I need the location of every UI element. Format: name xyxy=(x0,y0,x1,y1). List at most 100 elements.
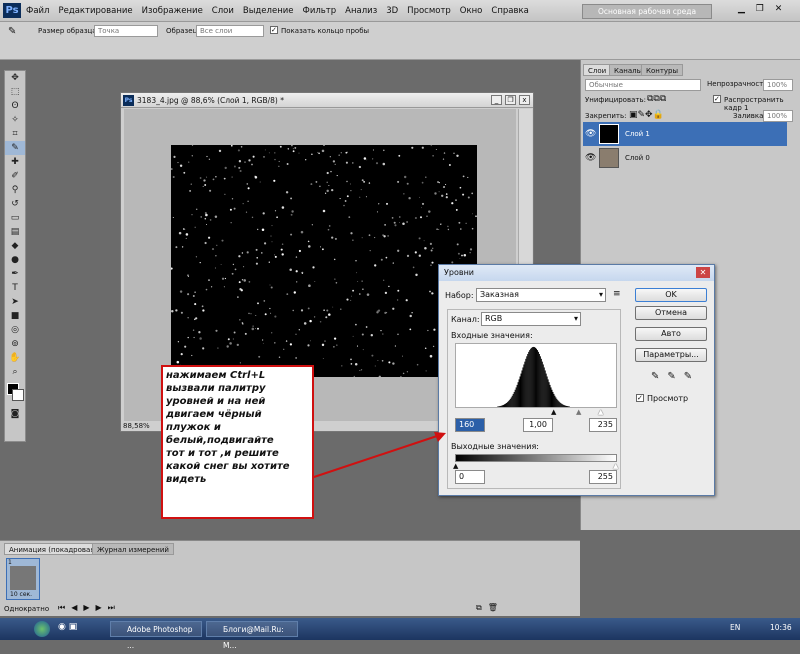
3d-orbit-tool-icon[interactable]: ⊚ xyxy=(5,337,25,351)
hand-tool-icon[interactable]: ✋ xyxy=(5,351,25,365)
lasso-tool-icon[interactable]: ʘ xyxy=(5,99,25,113)
playback-controls[interactable]: ⏮◀▶▶⏭ xyxy=(58,603,121,613)
output-black-field[interactable]: 0 xyxy=(455,470,485,484)
animation-frame[interactable]: 1 10 сек. xyxy=(6,558,40,600)
unify-icons[interactable]: ⧉⧉⧉ xyxy=(647,94,666,104)
black-eyedropper-icon[interactable]: ✎ xyxy=(651,371,667,382)
quick-select-tool-icon[interactable]: ✧ xyxy=(5,113,25,127)
output-white-field[interactable]: 255 xyxy=(589,470,617,484)
task-photoshop[interactable]: Adobe Photoshop ... xyxy=(110,621,202,637)
doc-minimize-icon[interactable]: _ xyxy=(491,95,502,105)
brush-tool-icon[interactable]: ✐ xyxy=(5,169,25,183)
dodge-tool-icon[interactable]: ● xyxy=(5,253,25,267)
white-eyedropper-icon[interactable]: ✎ xyxy=(684,371,700,382)
quick-mask-icon[interactable]: ◙ xyxy=(5,407,25,421)
eyedropper-icon[interactable]: ✎ xyxy=(8,26,16,37)
main-menu: Файл Редактирование Изображение Слои Выд… xyxy=(26,6,529,16)
white-point-slider[interactable]: ▲ xyxy=(598,408,603,416)
type-tool-icon[interactable]: T xyxy=(5,281,25,295)
layer-row[interactable]: 👁 Слой 0 xyxy=(583,146,787,170)
blur-tool-icon[interactable]: ◆ xyxy=(5,239,25,253)
fill-input[interactable]: 100% xyxy=(763,110,793,122)
path-select-tool-icon[interactable]: ➤ xyxy=(5,295,25,309)
snow-image[interactable] xyxy=(171,145,477,377)
lock-icons[interactable]: ▣✎✥🔒 xyxy=(629,110,664,120)
quicklaunch-icons[interactable]: ◉ ▣ xyxy=(58,622,77,632)
tab-animation[interactable]: Анимация (покадровая) xyxy=(4,543,102,555)
zoom-status[interactable]: 88,58% xyxy=(123,422,150,432)
layer-thumbnail xyxy=(599,148,619,168)
opacity-input[interactable]: 100% xyxy=(763,79,793,91)
show-ring-checkbox[interactable]: ✓ xyxy=(270,26,278,34)
options-button[interactable]: Параметры... xyxy=(635,348,707,362)
menu-edit[interactable]: Редактирование xyxy=(58,6,132,16)
eyedropper-tool-icon[interactable]: ✎ xyxy=(5,141,25,155)
eye-icon[interactable]: 👁 xyxy=(585,146,596,170)
menu-help[interactable]: Справка xyxy=(491,6,528,16)
gamma-slider[interactable]: ▲ xyxy=(576,408,581,416)
input-white-field[interactable]: 235 xyxy=(589,418,617,432)
healing-tool-icon[interactable]: ✚ xyxy=(5,155,25,169)
preset-options-icon[interactable]: ≡ xyxy=(613,289,621,299)
sample-size-select[interactable]: Точка xyxy=(94,25,158,37)
eye-icon[interactable]: 👁 xyxy=(585,122,596,146)
frame-actions[interactable]: ⧉🗑 xyxy=(476,603,504,613)
auto-button[interactable]: Авто xyxy=(635,327,707,341)
black-point-slider[interactable]: ▲ xyxy=(551,408,556,416)
preview-checkbox[interactable]: ✓ xyxy=(636,394,644,402)
ok-button[interactable]: OK xyxy=(635,288,707,302)
input-black-field[interactable]: 160 xyxy=(455,418,485,432)
shape-tool-icon[interactable]: ■ xyxy=(5,309,25,323)
layer-thumbnail xyxy=(599,124,619,144)
propagate-checkbox[interactable]: ✓ xyxy=(713,95,721,103)
layer-row[interactable]: 👁 Слой 1 xyxy=(583,122,787,146)
blend-mode-select[interactable]: Обычные xyxy=(585,79,701,91)
start-button-icon[interactable] xyxy=(34,621,50,637)
stamp-tool-icon[interactable]: ⚲ xyxy=(5,183,25,197)
frame-time[interactable]: 10 сек. xyxy=(10,591,32,598)
eraser-tool-icon[interactable]: ▭ xyxy=(5,211,25,225)
menu-image[interactable]: Изображение xyxy=(142,6,203,16)
3d-rotate-tool-icon[interactable]: ◎ xyxy=(5,323,25,337)
history-brush-icon[interactable]: ↺ xyxy=(5,197,25,211)
zoom-tool-icon[interactable]: ⌕ xyxy=(5,365,25,379)
channel-select[interactable]: RGB xyxy=(481,312,581,326)
tab-measurement-log[interactable]: Журнал измерений xyxy=(92,543,174,555)
sample-select[interactable]: Все слои xyxy=(196,25,264,37)
dialog-close-icon[interactable]: ✕ xyxy=(696,267,710,278)
menu-layers[interactable]: Слои xyxy=(212,6,234,16)
minimize-icon[interactable]: ▁ xyxy=(738,4,745,14)
language-indicator[interactable]: EN xyxy=(730,623,740,632)
output-white-slider[interactable]: ▲ xyxy=(613,462,618,470)
close-icon[interactable]: ✕ xyxy=(775,4,783,14)
crop-tool-icon[interactable]: ⌗ xyxy=(5,127,25,141)
menu-select[interactable]: Выделение xyxy=(243,6,294,16)
doc-close-icon[interactable]: x xyxy=(519,95,530,105)
pen-tool-icon[interactable]: ✒ xyxy=(5,267,25,281)
menu-file[interactable]: Файл xyxy=(26,6,49,16)
loop-select[interactable]: Однократно xyxy=(4,605,49,613)
menu-window[interactable]: Окно xyxy=(460,6,483,16)
gray-eyedropper-icon[interactable]: ✎ xyxy=(667,371,683,382)
cancel-button[interactable]: Отмена xyxy=(635,306,707,320)
preview-label: Просмотр xyxy=(647,394,688,403)
preset-select[interactable]: Заказная xyxy=(476,288,606,302)
workspace-switcher[interactable]: Основная рабочая среда xyxy=(582,4,712,19)
input-gamma-field[interactable]: 1,00 xyxy=(523,418,553,432)
doc-restore-icon[interactable]: ❐ xyxy=(505,95,516,105)
tab-paths[interactable]: Контуры xyxy=(641,64,683,76)
levels-dialog: Уровни ✕ Набор: Заказная ≡ Канал: RGB Вх… xyxy=(438,264,715,496)
menu-filter[interactable]: Фильтр xyxy=(303,6,337,16)
task-browser[interactable]: Блоги@Mail.Ru: М... xyxy=(206,621,298,637)
restore-icon[interactable]: ❐ xyxy=(756,4,764,14)
move-tool-icon[interactable]: ✥ xyxy=(5,71,25,85)
gradient-tool-icon[interactable]: ▤ xyxy=(5,225,25,239)
menu-analysis[interactable]: Анализ xyxy=(345,6,377,16)
background-color[interactable] xyxy=(12,389,24,401)
marquee-tool-icon[interactable]: ⬚ xyxy=(5,85,25,99)
menu-3d[interactable]: 3D xyxy=(386,6,398,16)
menu-view[interactable]: Просмотр xyxy=(407,6,451,16)
output-black-slider[interactable]: ▲ xyxy=(453,462,458,470)
frame-number: 1 xyxy=(8,559,12,566)
tab-layers[interactable]: Слои xyxy=(583,64,611,76)
